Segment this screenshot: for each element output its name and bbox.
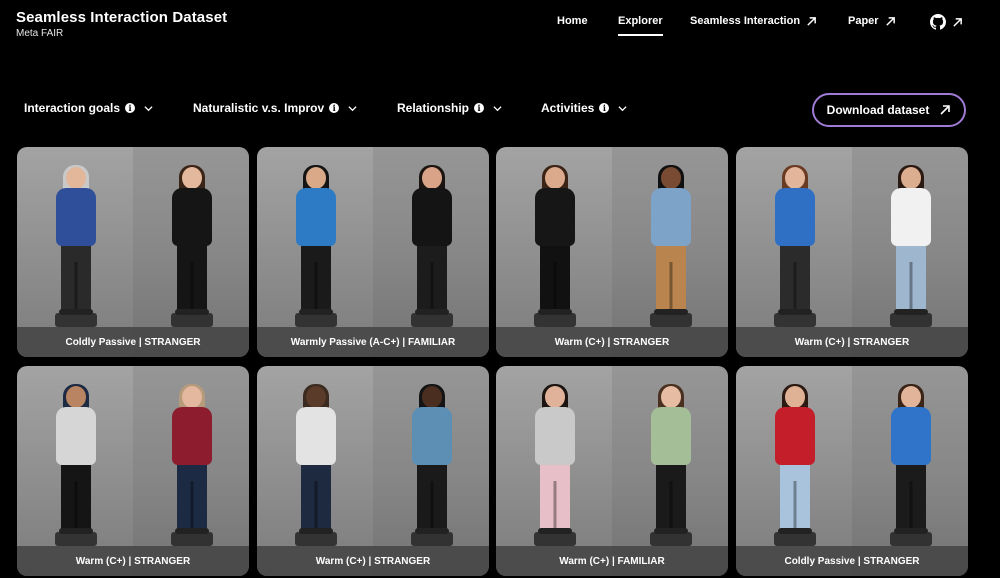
interaction-card[interactable]: Warm (C+) | STRANGER (496, 147, 728, 357)
participant-video-right (852, 147, 968, 357)
filter-relationship[interactable]: Relationship i (397, 101, 502, 115)
participant-figure (55, 165, 97, 317)
participant-figure (411, 384, 453, 536)
participant-figure (55, 384, 97, 536)
interaction-card[interactable]: Warm (C+) | FAMILIAR (496, 366, 728, 576)
nav-paper-label: Paper (848, 15, 879, 27)
top-nav: Home Explorer Seamless Interaction Paper (0, 15, 1000, 39)
participant-video-right (133, 147, 249, 357)
card-caption: Coldly Passive | STRANGER (17, 327, 249, 357)
filter-interaction-goals[interactable]: Interaction goals i (24, 101, 153, 115)
card-caption: Warm (C+) | STRANGER (17, 546, 249, 576)
interaction-card[interactable]: Coldly Passive | STRANGER (736, 366, 968, 576)
info-icon[interactable]: i (474, 103, 485, 113)
info-icon[interactable]: i (125, 103, 136, 113)
participant-video-left (17, 147, 133, 357)
participant-figure (171, 384, 213, 536)
filter-label: Relationship (397, 101, 470, 115)
info-icon[interactable]: i (329, 103, 340, 113)
nav-explorer-label: Explorer (618, 15, 663, 27)
nav-home[interactable]: Home (557, 15, 588, 27)
participant-figure (295, 165, 337, 317)
external-link-icon (940, 105, 951, 115)
participant-figure (411, 165, 453, 317)
participant-video-left (736, 366, 852, 576)
participant-figure (295, 384, 337, 536)
card-caption: Warm (C+) | FAMILIAR (496, 546, 728, 576)
chevron-down-icon (618, 105, 627, 111)
card-caption: Coldly Passive | STRANGER (736, 546, 968, 576)
participant-video-right (133, 366, 249, 576)
nav-explorer[interactable]: Explorer (618, 15, 663, 36)
participant-figure (890, 384, 932, 536)
participant-video-left (257, 147, 373, 357)
interaction-card[interactable]: Warmly Passive (A-C+) | FAMILIAR (257, 147, 489, 357)
nav-home-label: Home (557, 15, 588, 27)
participant-video-left (736, 147, 852, 357)
interaction-card[interactable]: Warm (C+) | STRANGER (736, 147, 968, 357)
participant-video-right (852, 366, 968, 576)
participant-video-left (496, 366, 612, 576)
participant-video-right (612, 147, 728, 357)
participant-figure (774, 384, 816, 536)
interaction-card[interactable]: Warm (C+) | STRANGER (257, 366, 489, 576)
interaction-card[interactable]: Warm (C+) | STRANGER (17, 366, 249, 576)
chevron-down-icon (493, 105, 502, 111)
participant-video-left (257, 366, 373, 576)
download-dataset-label: Download dataset (826, 103, 930, 117)
participant-video-left (496, 147, 612, 357)
filter-activities[interactable]: Activities i (541, 101, 627, 115)
nav-paper[interactable]: Paper (848, 15, 896, 27)
chevron-down-icon (144, 105, 153, 111)
nav-seamless-interaction[interactable]: Seamless Interaction (690, 15, 817, 27)
chevron-down-icon (348, 105, 357, 111)
card-caption: Warm (C+) | STRANGER (496, 327, 728, 357)
card-caption: Warm (C+) | STRANGER (736, 327, 968, 357)
download-dataset-button[interactable]: Download dataset (812, 93, 966, 127)
interaction-card[interactable]: Coldly Passive | STRANGER (17, 147, 249, 357)
participant-video-right (373, 147, 489, 357)
card-caption: Warmly Passive (A-C+) | FAMILIAR (257, 327, 489, 357)
filter-naturalistic-improv[interactable]: Naturalistic v.s. Improv i (193, 101, 357, 115)
nav-github[interactable] (930, 14, 963, 30)
participant-figure (534, 165, 576, 317)
participant-video-left (17, 366, 133, 576)
card-caption: Warm (C+) | STRANGER (257, 546, 489, 576)
participant-figure (890, 165, 932, 317)
filter-label: Interaction goals (24, 101, 121, 115)
participant-figure (650, 165, 692, 317)
github-icon (930, 14, 946, 30)
external-link-icon (953, 17, 962, 27)
participant-figure (774, 165, 816, 317)
external-link-icon (885, 16, 895, 26)
filter-label: Activities (541, 101, 595, 115)
external-link-icon (807, 16, 816, 26)
participant-video-right (373, 366, 489, 576)
info-icon[interactable]: i (599, 103, 610, 113)
participant-video-right (612, 366, 728, 576)
participant-figure (650, 384, 692, 536)
participant-figure (171, 165, 213, 317)
nav-seamless-interaction-label: Seamless Interaction (690, 15, 801, 27)
filter-label: Naturalistic v.s. Improv (193, 101, 325, 115)
participant-figure (534, 384, 576, 536)
